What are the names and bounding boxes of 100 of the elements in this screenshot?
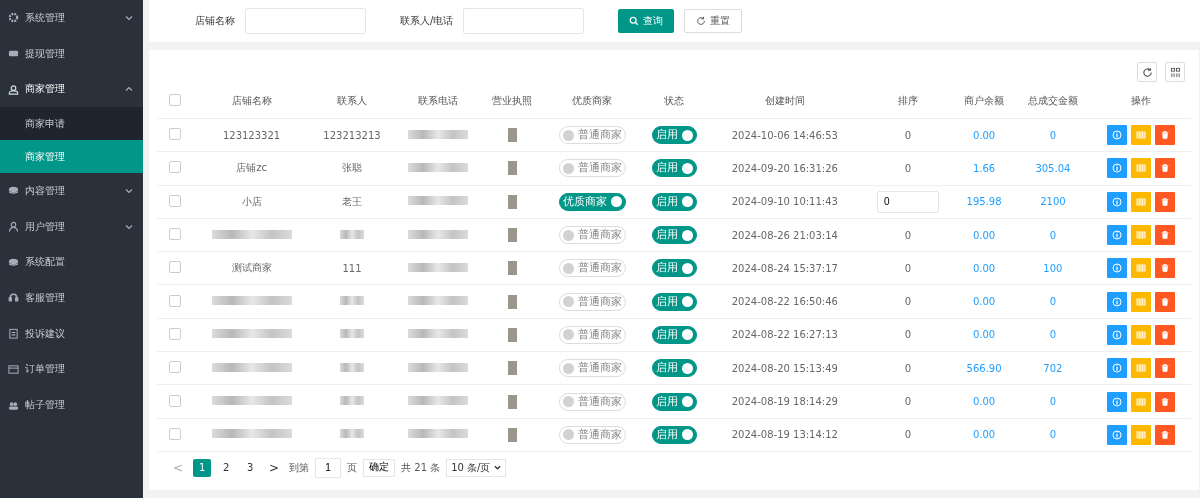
checkbox[interactable] (169, 94, 181, 106)
sidebar-subitem[interactable]: 商家申请 (0, 107, 143, 141)
delete-button[interactable] (1155, 391, 1175, 412)
query-button[interactable]: 查询 (618, 9, 675, 33)
previous-page-button[interactable]: < (169, 460, 188, 475)
photo-placeholder[interactable] (507, 161, 517, 176)
premium-toggle[interactable]: 普通商家 (558, 325, 626, 344)
premium-toggle[interactable]: 普通商家 (558, 292, 626, 311)
status-toggle[interactable]: 启用 (651, 126, 697, 145)
photo-placeholder[interactable] (507, 194, 517, 209)
table-button[interactable] (1131, 158, 1151, 179)
info-button[interactable] (1107, 391, 1127, 412)
checkbox[interactable] (169, 228, 181, 241)
confirm-button[interactable]: 确定 (363, 458, 396, 477)
delete-button[interactable] (1155, 125, 1175, 146)
status-toggle[interactable]: 启用 (651, 425, 697, 444)
table-button[interactable] (1131, 225, 1151, 246)
page-button[interactable]: 3 (241, 458, 260, 477)
status-toggle[interactable]: 启用 (651, 325, 697, 344)
sidebar-item[interactable]: 提现管理 (0, 35, 143, 72)
info-button[interactable] (1107, 158, 1127, 179)
delete-button[interactable] (1155, 358, 1175, 379)
table-cell: 0 (904, 296, 912, 308)
table-button[interactable] (1131, 391, 1151, 412)
info-button[interactable] (1107, 125, 1127, 146)
checkbox[interactable] (169, 327, 181, 340)
premium-toggle[interactable]: 普通商家 (558, 359, 626, 378)
page-button[interactable]: 2 (217, 458, 236, 477)
sidebar-item[interactable]: 订单管理 (0, 351, 143, 388)
sidebar-item[interactable]: 用户管理 (0, 208, 143, 245)
search-field[interactable] (463, 8, 585, 34)
info-button[interactable] (1107, 424, 1127, 445)
premium-toggle[interactable]: 普通商家 (558, 226, 626, 245)
status-toggle[interactable]: 启用 (651, 292, 697, 311)
delete-button[interactable] (1155, 191, 1175, 212)
table-button[interactable] (1131, 291, 1151, 312)
checkbox[interactable] (169, 394, 181, 407)
info-button[interactable] (1107, 258, 1127, 279)
search-field[interactable] (245, 8, 366, 34)
table-button[interactable] (1131, 191, 1151, 212)
checkbox[interactable] (169, 161, 181, 174)
premium-toggle[interactable]: 普通商家 (558, 159, 626, 178)
checkbox[interactable] (169, 261, 181, 274)
sidebar-item[interactable]: 客服管理 (0, 280, 143, 316)
status-toggle[interactable]: 启用 (651, 359, 697, 378)
photo-placeholder[interactable] (507, 361, 517, 376)
photo-placeholder[interactable] (507, 228, 517, 243)
photo-placeholder[interactable] (507, 294, 517, 309)
status-toggle[interactable]: 启用 (651, 259, 697, 278)
premium-toggle[interactable]: 普通商家 (558, 259, 626, 278)
next-page-button[interactable]: > (265, 460, 284, 475)
table-button[interactable] (1131, 424, 1151, 445)
sidebar-item[interactable]: 帖子管理 (0, 387, 143, 423)
sidebar-subitem[interactable]: 商家管理 (0, 140, 143, 174)
info-button[interactable] (1107, 291, 1127, 312)
status-toggle[interactable]: 启用 (651, 159, 697, 178)
refresh-icon (696, 16, 707, 26)
delete-button[interactable] (1155, 225, 1175, 246)
checkbox[interactable] (169, 361, 181, 374)
info-button[interactable] (1107, 324, 1127, 345)
columns-button[interactable] (1165, 62, 1185, 82)
sidebar-item[interactable]: 系统管理 (0, 0, 143, 36)
photo-placeholder[interactable] (507, 427, 517, 442)
status-toggle[interactable]: 启用 (651, 392, 697, 411)
photo-placeholder[interactable] (507, 128, 517, 143)
premium-toggle[interactable]: 优质商家 (558, 192, 626, 211)
checkbox[interactable] (169, 427, 181, 440)
premium-toggle[interactable]: 普通商家 (558, 126, 626, 145)
checkbox[interactable] (169, 294, 181, 307)
photo-placeholder[interactable] (507, 394, 517, 409)
page-size-select[interactable]: 10 条/页 (446, 458, 506, 477)
info-button[interactable] (1107, 191, 1127, 212)
delete-button[interactable] (1155, 291, 1175, 312)
table-button[interactable] (1131, 358, 1151, 379)
info-button[interactable] (1107, 358, 1127, 379)
status-toggle[interactable]: 启用 (651, 226, 697, 245)
sidebar-item[interactable]: 投诉建议 (0, 315, 143, 352)
photo-placeholder[interactable] (507, 261, 517, 276)
table-button[interactable] (1131, 125, 1151, 146)
table-button[interactable] (1131, 258, 1151, 279)
info-button[interactable] (1107, 225, 1127, 246)
table-button[interactable] (1131, 324, 1151, 345)
status-toggle[interactable]: 启用 (651, 192, 697, 211)
page-button[interactable]: 1 (193, 458, 212, 477)
delete-button[interactable] (1155, 324, 1175, 345)
photo-placeholder[interactable] (507, 327, 517, 342)
page-input[interactable]: 1 (315, 457, 342, 478)
sort-input[interactable]: 0 (876, 190, 939, 213)
delete-button[interactable] (1155, 258, 1175, 279)
sidebar-item[interactable]: 内容管理 (0, 173, 143, 209)
refresh-button[interactable] (1137, 62, 1157, 82)
delete-button[interactable] (1155, 424, 1175, 445)
checkbox[interactable] (169, 194, 181, 207)
delete-button[interactable] (1155, 158, 1175, 179)
sidebar-item[interactable]: 商家管理 (0, 71, 143, 108)
reset-button[interactable]: 重置 (684, 9, 743, 33)
sidebar-item[interactable]: 系统配置 (0, 244, 143, 281)
checkbox[interactable] (169, 128, 181, 141)
premium-toggle[interactable]: 普通商家 (558, 425, 626, 444)
premium-toggle[interactable]: 普通商家 (558, 392, 626, 411)
